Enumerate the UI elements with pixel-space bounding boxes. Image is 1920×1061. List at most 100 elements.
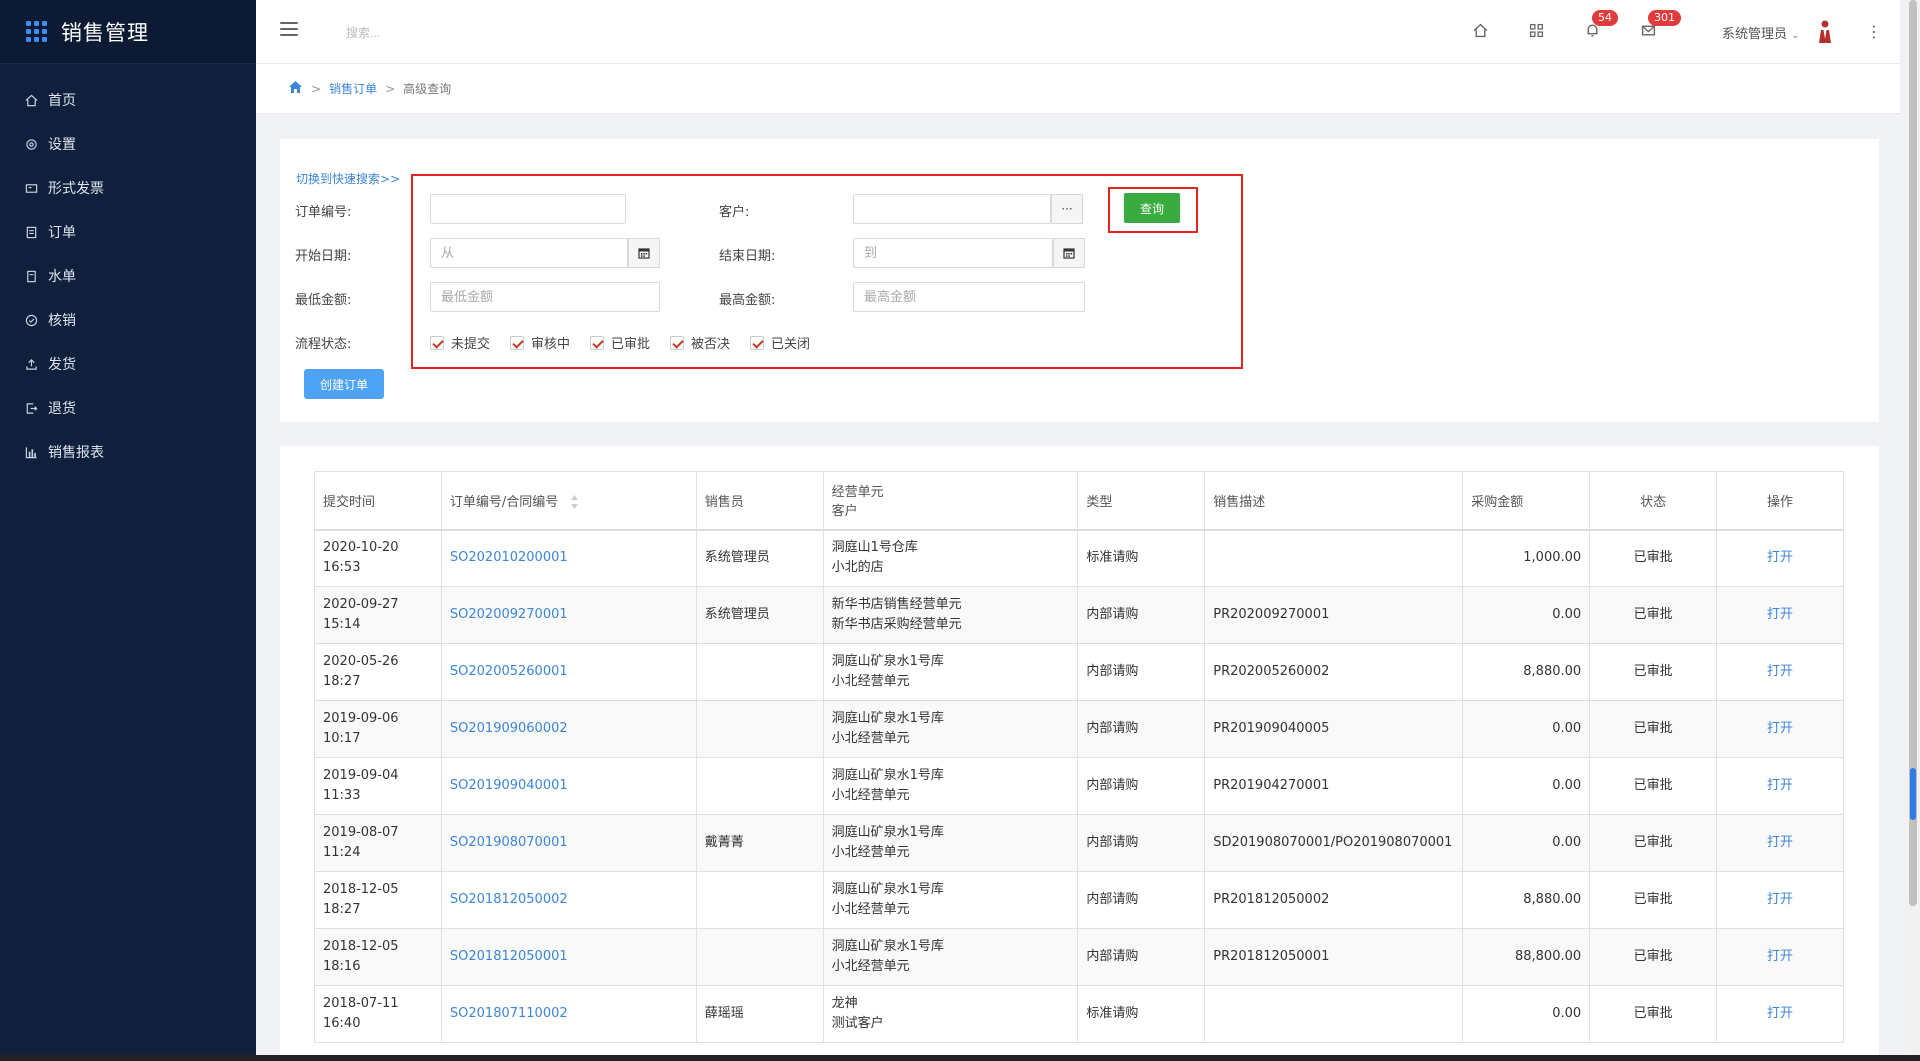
sidebar-item-settings[interactable]: 设置 bbox=[0, 122, 256, 166]
max-amount-input[interactable] bbox=[853, 282, 1085, 312]
submit-time-cell: 2019-08-07 11:24 bbox=[314, 814, 442, 872]
order-no-link[interactable]: SO201909040001 bbox=[450, 778, 568, 793]
column-header-action: 操作 bbox=[1716, 471, 1844, 531]
status-checkbox-unsubmitted[interactable]: 未提交 bbox=[430, 333, 490, 352]
order-no-link[interactable]: SO201908070001 bbox=[450, 835, 568, 850]
home-icon[interactable] bbox=[1470, 20, 1490, 40]
sidebar-item-orders[interactable]: 订单 bbox=[0, 210, 256, 254]
checkbox-label: 已审批 bbox=[611, 337, 651, 352]
customer-input[interactable] bbox=[853, 194, 1051, 224]
unit-customer-cell: 洞庭山矿泉水1号库 小北经营单元 bbox=[822, 871, 1079, 929]
column-header-unit: 经营单元 bbox=[831, 485, 884, 501]
order-no-link[interactable]: SO201909060002 bbox=[450, 721, 568, 736]
search-input[interactable] bbox=[346, 22, 596, 44]
description-cell: PR201812050001 bbox=[1204, 928, 1464, 986]
breadcrumb-separator: > bbox=[385, 81, 396, 96]
order-no-link[interactable]: SO202009270001 bbox=[450, 607, 568, 622]
avatar[interactable] bbox=[1818, 19, 1832, 43]
checkbox-label: 被否决 bbox=[691, 337, 731, 352]
open-link[interactable]: 打开 bbox=[1767, 835, 1793, 850]
open-link[interactable]: 打开 bbox=[1767, 550, 1793, 565]
sidebar-item-sales-report[interactable]: 销售报表 bbox=[0, 430, 256, 474]
sidebar-item-writeoff[interactable]: 核销 bbox=[0, 298, 256, 342]
column-header-order-no[interactable]: 订单编号/合同编号 bbox=[440, 471, 697, 531]
submit-time-cell: 2019-09-06 10:17 bbox=[314, 700, 442, 758]
salesperson-cell bbox=[695, 643, 824, 701]
open-link[interactable]: 打开 bbox=[1767, 721, 1793, 736]
sidebar-item-label: 水单 bbox=[48, 269, 76, 285]
mail-icon[interactable]: 301 bbox=[1638, 10, 1681, 40]
open-link[interactable]: 打开 bbox=[1767, 892, 1793, 907]
sort-icon[interactable] bbox=[570, 494, 579, 510]
salesperson-cell bbox=[695, 757, 824, 815]
sidebar-item-home[interactable]: 首页 bbox=[0, 78, 256, 122]
status-cell: 已审批 bbox=[1589, 985, 1718, 1043]
sidebar-item-receipts[interactable]: 水单 bbox=[0, 254, 256, 298]
open-link[interactable]: 打开 bbox=[1767, 778, 1793, 793]
open-link[interactable]: 打开 bbox=[1767, 607, 1793, 622]
checkbox[interactable] bbox=[430, 335, 444, 350]
checkbox[interactable] bbox=[510, 335, 524, 350]
status-cell: 已审批 bbox=[1589, 928, 1718, 986]
quick-search-link[interactable]: 切换到快速搜索>> bbox=[296, 170, 400, 187]
end-date-input[interactable] bbox=[853, 238, 1053, 268]
order-no-link[interactable]: SO202010200001 bbox=[450, 550, 568, 565]
scroll-position-indicator[interactable] bbox=[1910, 768, 1916, 820]
order-no-link[interactable]: SO201812050002 bbox=[450, 892, 568, 907]
checkbox[interactable] bbox=[670, 335, 684, 350]
customer-picker-button[interactable]: ··· bbox=[1051, 194, 1083, 224]
end-date-calendar-button[interactable] bbox=[1053, 238, 1085, 268]
checkbox[interactable] bbox=[590, 335, 604, 350]
order-no-cell: SO201812050002 bbox=[440, 871, 697, 929]
order-no-link[interactable]: SO201812050001 bbox=[450, 949, 568, 964]
salesperson-cell: 薛瑶瑶 bbox=[695, 985, 824, 1043]
app-grid-icon[interactable] bbox=[26, 21, 47, 42]
start-date-input[interactable] bbox=[430, 238, 628, 268]
bar-chart-icon bbox=[24, 445, 38, 459]
status-label: 流程状态: bbox=[295, 337, 352, 352]
order-no-link[interactable]: SO202005260001 bbox=[450, 664, 568, 679]
salesperson-cell: 戴菁菁 bbox=[695, 814, 824, 872]
query-button[interactable]: 查询 bbox=[1124, 193, 1180, 223]
open-link[interactable]: 打开 bbox=[1767, 664, 1793, 679]
submit-time: 18:27 bbox=[323, 674, 361, 689]
unit-name: 洞庭山矿泉水1号库 bbox=[831, 825, 944, 840]
min-amount-input[interactable] bbox=[430, 282, 660, 312]
status-checkbox-in-review[interactable]: 审核中 bbox=[510, 333, 570, 352]
open-link[interactable]: 打开 bbox=[1767, 1006, 1793, 1021]
description-cell: PR201909040005 bbox=[1204, 700, 1464, 758]
sidebar-item-returns[interactable]: 退货 bbox=[0, 386, 256, 430]
column-header-unit-customer: 经营单元 客户 bbox=[822, 471, 1079, 531]
sidebar-item-shipping[interactable]: 发货 bbox=[0, 342, 256, 386]
status-checkbox-closed[interactable]: 已关闭 bbox=[750, 333, 810, 352]
order-no-link[interactable]: SO201807110002 bbox=[450, 1006, 568, 1021]
page-scrollbar[interactable] bbox=[1906, 0, 1920, 1061]
checkbox[interactable] bbox=[750, 335, 764, 350]
unit-customer-cell: 新华书店销售经营单元 新华书店采购经营单元 bbox=[822, 586, 1079, 644]
breadcrumb-sales-orders[interactable]: 销售订单 bbox=[329, 80, 377, 97]
submit-time: 18:27 bbox=[323, 902, 361, 917]
checkbox-label: 审核中 bbox=[531, 337, 571, 352]
create-order-button[interactable]: 创建订单 bbox=[304, 369, 384, 399]
chevron-down-icon: ⌄ bbox=[1791, 30, 1800, 41]
salesperson-cell bbox=[695, 928, 824, 986]
customer-name: 小北经营单元 bbox=[831, 902, 910, 917]
menu-toggle-icon[interactable] bbox=[280, 22, 298, 36]
open-link[interactable]: 打开 bbox=[1767, 949, 1793, 964]
sidebar-header: 销售管理 bbox=[0, 0, 256, 64]
unit-customer-cell: 洞庭山1号仓库 小北的店 bbox=[822, 529, 1079, 587]
bell-icon[interactable]: 54 bbox=[1582, 10, 1618, 40]
status-checkbox-rejected[interactable]: 被否决 bbox=[670, 333, 730, 352]
description-cell bbox=[1204, 985, 1464, 1043]
sidebar-item-proforma-invoice[interactable]: 形式发票 bbox=[0, 166, 256, 210]
start-date-calendar-button[interactable] bbox=[628, 238, 660, 268]
apps-grid-icon[interactable] bbox=[1526, 20, 1546, 40]
sidebar-item-label: 退货 bbox=[48, 401, 76, 417]
breadcrumb-home-icon[interactable] bbox=[288, 80, 303, 97]
more-vertical-icon[interactable]: ⋮ bbox=[1866, 22, 1882, 41]
user-menu[interactable]: 系统管理员 ⌄ bbox=[1722, 23, 1800, 42]
sidebar-item-label: 核销 bbox=[48, 313, 76, 329]
order-no-input[interactable] bbox=[430, 194, 626, 224]
customer-name: 小北的店 bbox=[831, 560, 884, 576]
status-checkbox-approved[interactable]: 已审批 bbox=[590, 333, 650, 352]
